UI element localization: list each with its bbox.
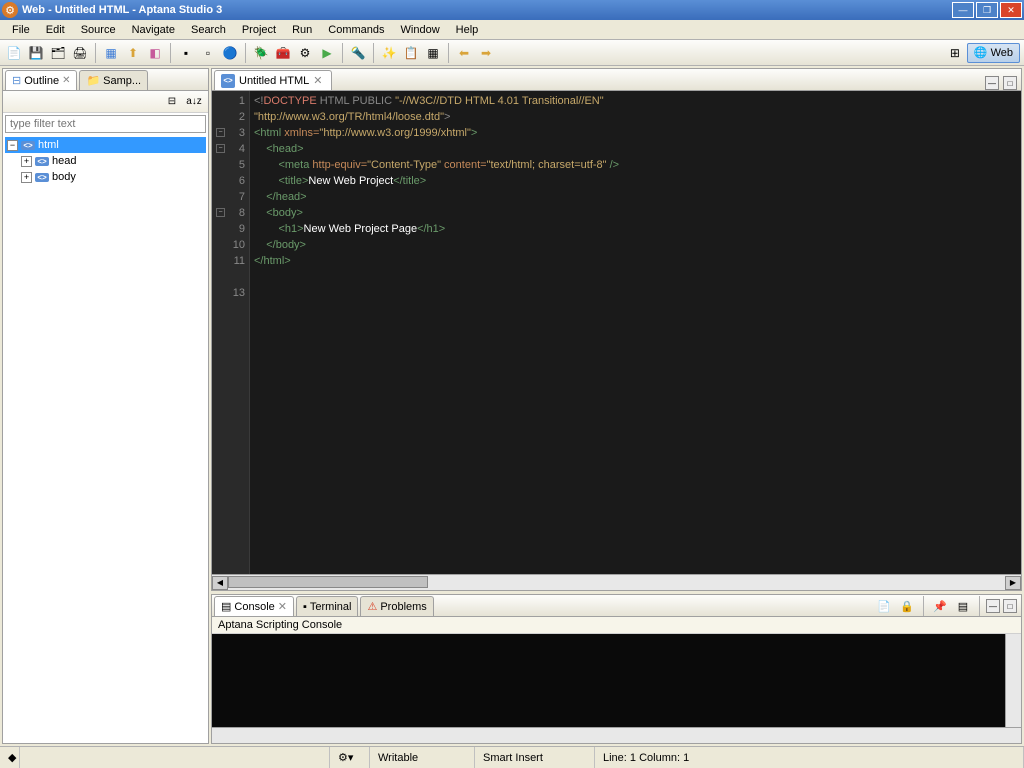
sort-icon[interactable]: a↓z (184, 92, 204, 112)
tab-samples[interactable]: 📁 Samp... (79, 70, 148, 90)
maximize-button[interactable]: ❐ (976, 2, 998, 18)
bottom-panel: ▤ Console ✕ ▪ Terminal ⚠ Problems 📄 🔒 📌 (211, 594, 1022, 744)
menu-commands[interactable]: Commands (320, 22, 392, 38)
window-title: Web - Untitled HTML - Aptana Studio 3 (22, 4, 952, 16)
app-icon: ⚙ (2, 2, 18, 18)
tree-node-head[interactable]: + <> head (5, 153, 206, 169)
fold-icon[interactable]: − (216, 208, 225, 217)
save-icon[interactable]: 💾 (26, 43, 46, 63)
line-gutter: 1 2 −3 −4 5 6 7 −8 9 10 11 13 (212, 91, 250, 574)
app-explorer-icon[interactable]: ▦ (101, 43, 121, 63)
tab-problems[interactable]: ⚠ Problems (360, 596, 433, 616)
print-icon[interactable]: 🖨 (70, 43, 90, 63)
close-icon[interactable]: ✕ (62, 75, 70, 86)
ext-tools-icon[interactable]: 🧰 (273, 43, 293, 63)
outline-view: ⊟ Outline ✕ 📁 Samp... ⊟ a↓z − <> html + (2, 68, 209, 744)
menu-project[interactable]: Project (234, 22, 284, 38)
grid-icon[interactable]: ▦ (423, 43, 443, 63)
new-icon[interactable]: 📄 (4, 43, 24, 63)
notes-icon[interactable]: 📋 (401, 43, 421, 63)
html-file-icon: <> (221, 74, 235, 88)
outline-icon: ⊟ (12, 74, 21, 87)
status-marker-icon[interactable]: ◆ (0, 747, 20, 768)
filter-input[interactable] (5, 115, 206, 133)
terminal-icon: ▪ (303, 601, 307, 613)
tab-console[interactable]: ▤ Console ✕ (214, 596, 294, 616)
pin-icon[interactable]: 📌 (930, 596, 950, 616)
perspective-web[interactable]: 🌐 Web (967, 43, 1020, 63)
menu-navigate[interactable]: Navigate (124, 22, 183, 38)
expand-icon[interactable]: − (7, 140, 18, 151)
web-icon: 🌐 (974, 46, 988, 59)
minimize-view-icon[interactable]: — (986, 599, 1000, 613)
lock-scroll-icon[interactable]: 🔒 (897, 596, 917, 616)
vertical-scrollbar[interactable] (1005, 634, 1021, 727)
close-button[interactable]: ✕ (1000, 2, 1022, 18)
display-console-icon[interactable]: ▤ (953, 596, 973, 616)
editor-area: <> Untitled HTML ✕ — □ 1 2 −3 −4 5 6 7 (211, 68, 1022, 591)
status-cursor-position: Line: 1 Column: 1 (595, 747, 1024, 768)
horizontal-scrollbar[interactable]: ◀ ▶ (212, 574, 1021, 590)
open-perspective-icon[interactable]: ⊞ (945, 43, 965, 63)
gears-icon[interactable]: ⚙ (295, 43, 315, 63)
samples-icon: 📁 (86, 74, 100, 87)
console-output[interactable] (212, 634, 1021, 727)
status-insert-mode: Smart Insert (475, 747, 595, 768)
menu-window[interactable]: Window (393, 22, 448, 38)
menu-edit[interactable]: Edit (38, 22, 73, 38)
console-icon: ▤ (221, 600, 231, 613)
search-icon[interactable]: 🔦 (348, 43, 368, 63)
minimize-view-icon[interactable]: — (985, 76, 999, 90)
save-all-icon[interactable]: 🗂 (48, 43, 68, 63)
expand-icon[interactable]: + (21, 172, 32, 183)
wand-icon[interactable]: ✨ (379, 43, 399, 63)
minimize-button[interactable]: — (952, 2, 974, 18)
status-writable: Writable (370, 747, 475, 768)
close-icon[interactable]: ✕ (278, 600, 287, 613)
problems-icon: ⚠ (367, 600, 377, 613)
status-gear-icon[interactable]: ⚙▾ (330, 747, 370, 768)
workbench: ⊟ Outline ✕ 📁 Samp... ⊟ a↓z − <> html + (0, 66, 1024, 746)
maximize-view-icon[interactable]: □ (1003, 76, 1017, 90)
browser-icon[interactable]: ▫ (198, 43, 218, 63)
collapse-all-icon[interactable]: ⊟ (162, 92, 182, 112)
console-title: Aptana Scripting Console (212, 617, 1021, 634)
code-editor[interactable]: <!DOCTYPE HTML PUBLIC "-//W3C//DTD HTML … (250, 91, 1021, 574)
run-icon[interactable]: ▶ (317, 43, 337, 63)
statusbar: ◆ ⚙▾ Writable Smart Insert Line: 1 Colum… (0, 746, 1024, 768)
menu-search[interactable]: Search (183, 22, 234, 38)
cube-icon[interactable]: ◧ (145, 43, 165, 63)
toolbar: 📄 💾 🗂 🖨 ▦ ⬆ ◧ ▪ ▫ 🔵 🪲 🧰 ⚙ ▶ 🔦 ✨ 📋 ▦ ⬅ ➡ … (0, 40, 1024, 66)
terminal-icon[interactable]: ▪ (176, 43, 196, 63)
theme-icon[interactable]: 🔵 (220, 43, 240, 63)
tree-node-body[interactable]: + <> body (5, 169, 206, 185)
menu-file[interactable]: File (4, 22, 38, 38)
forward-icon[interactable]: ➡ (476, 43, 496, 63)
scroll-left-icon[interactable]: ◀ (212, 576, 228, 590)
back-icon[interactable]: ⬅ (454, 43, 474, 63)
close-icon[interactable]: ✕ (313, 74, 322, 87)
debug-icon[interactable]: 🪲 (251, 43, 271, 63)
menu-help[interactable]: Help (448, 22, 487, 38)
fold-icon[interactable]: − (216, 144, 225, 153)
outline-tree: − <> html + <> head + <> body (3, 135, 208, 743)
scroll-thumb[interactable] (228, 576, 428, 588)
tree-node-html[interactable]: − <> html (5, 137, 206, 153)
scroll-right-icon[interactable]: ▶ (1005, 576, 1021, 590)
deploy-icon[interactable]: ⬆ (123, 43, 143, 63)
menu-source[interactable]: Source (73, 22, 124, 38)
tab-terminal[interactable]: ▪ Terminal (296, 596, 358, 616)
tab-outline[interactable]: ⊟ Outline ✕ (5, 70, 77, 90)
expand-icon[interactable]: + (21, 156, 32, 167)
fold-icon[interactable]: − (216, 128, 225, 137)
menu-run[interactable]: Run (284, 22, 320, 38)
horizontal-scrollbar[interactable] (212, 727, 1021, 743)
clear-console-icon[interactable]: 📄 (874, 596, 894, 616)
title-bar: ⚙ Web - Untitled HTML - Aptana Studio 3 … (0, 0, 1024, 20)
editor-tab-untitled[interactable]: <> Untitled HTML ✕ (214, 70, 332, 90)
menubar: File Edit Source Navigate Search Project… (0, 20, 1024, 40)
maximize-view-icon[interactable]: □ (1003, 599, 1017, 613)
